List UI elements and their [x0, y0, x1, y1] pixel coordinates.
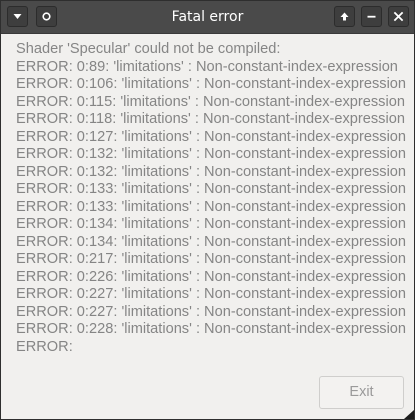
error-line: ERROR: 0:227: 'limitations' : Non-consta…	[16, 286, 407, 302]
error-dialog: Fatal error Shader 'Specular' could not …	[0, 0, 415, 420]
error-line: ERROR: 0:134: 'limitations' : Non-consta…	[16, 216, 407, 232]
error-line: ERROR: 0:226: 'limitations' : Non-consta…	[16, 268, 407, 285]
error-line: ERROR: 0:127: 'limitations' : Non-consta…	[16, 128, 407, 145]
error-line: ERROR: 0:106: 'limitations' : Non-consta…	[16, 76, 407, 92]
title-bar[interactable]: Fatal error	[1, 1, 414, 34]
error-line: ERROR: 0:217: 'limitations' : Non-consta…	[16, 251, 407, 267]
error-line: ERROR: 0:133: 'limitations' : Non-consta…	[16, 198, 407, 215]
exit-button[interactable]: Exit	[319, 376, 404, 409]
error-line: ERROR:	[16, 338, 73, 355]
error-line: ERROR: 0:228: 'limitations' : Non-consta…	[16, 321, 407, 337]
error-line: ERROR: 0:227: 'limitations' : Non-consta…	[16, 303, 407, 320]
arrow-up-icon	[340, 12, 349, 21]
error-line: ERROR: 0:134: 'limitations' : Non-consta…	[16, 233, 407, 250]
error-summary-line: Shader 'Specular' could not be compiled:	[16, 41, 281, 57]
close-button[interactable]	[388, 6, 409, 27]
resize-grip-icon[interactable]	[401, 410, 414, 419]
error-line: ERROR: 0:132: 'limitations' : Non-consta…	[16, 146, 407, 162]
error-line: ERROR: 0:89: 'limitations' : Non-constan…	[16, 58, 398, 75]
keep-above-button[interactable]	[334, 6, 355, 27]
error-line: ERROR: 0:132: 'limitations' : Non-consta…	[16, 163, 407, 180]
error-line: ERROR: 0:133: 'limitations' : Non-consta…	[16, 181, 407, 197]
minimize-icon	[367, 15, 376, 18]
error-line: ERROR: 0:115: 'limitations' : Non-consta…	[16, 93, 405, 110]
error-line: ERROR: 0:118: 'limitations' : Non-consta…	[16, 111, 405, 127]
minimize-button[interactable]	[361, 6, 382, 27]
error-message: Shader 'Specular' could not be compiled:…	[16, 41, 408, 356]
close-icon	[393, 11, 404, 22]
